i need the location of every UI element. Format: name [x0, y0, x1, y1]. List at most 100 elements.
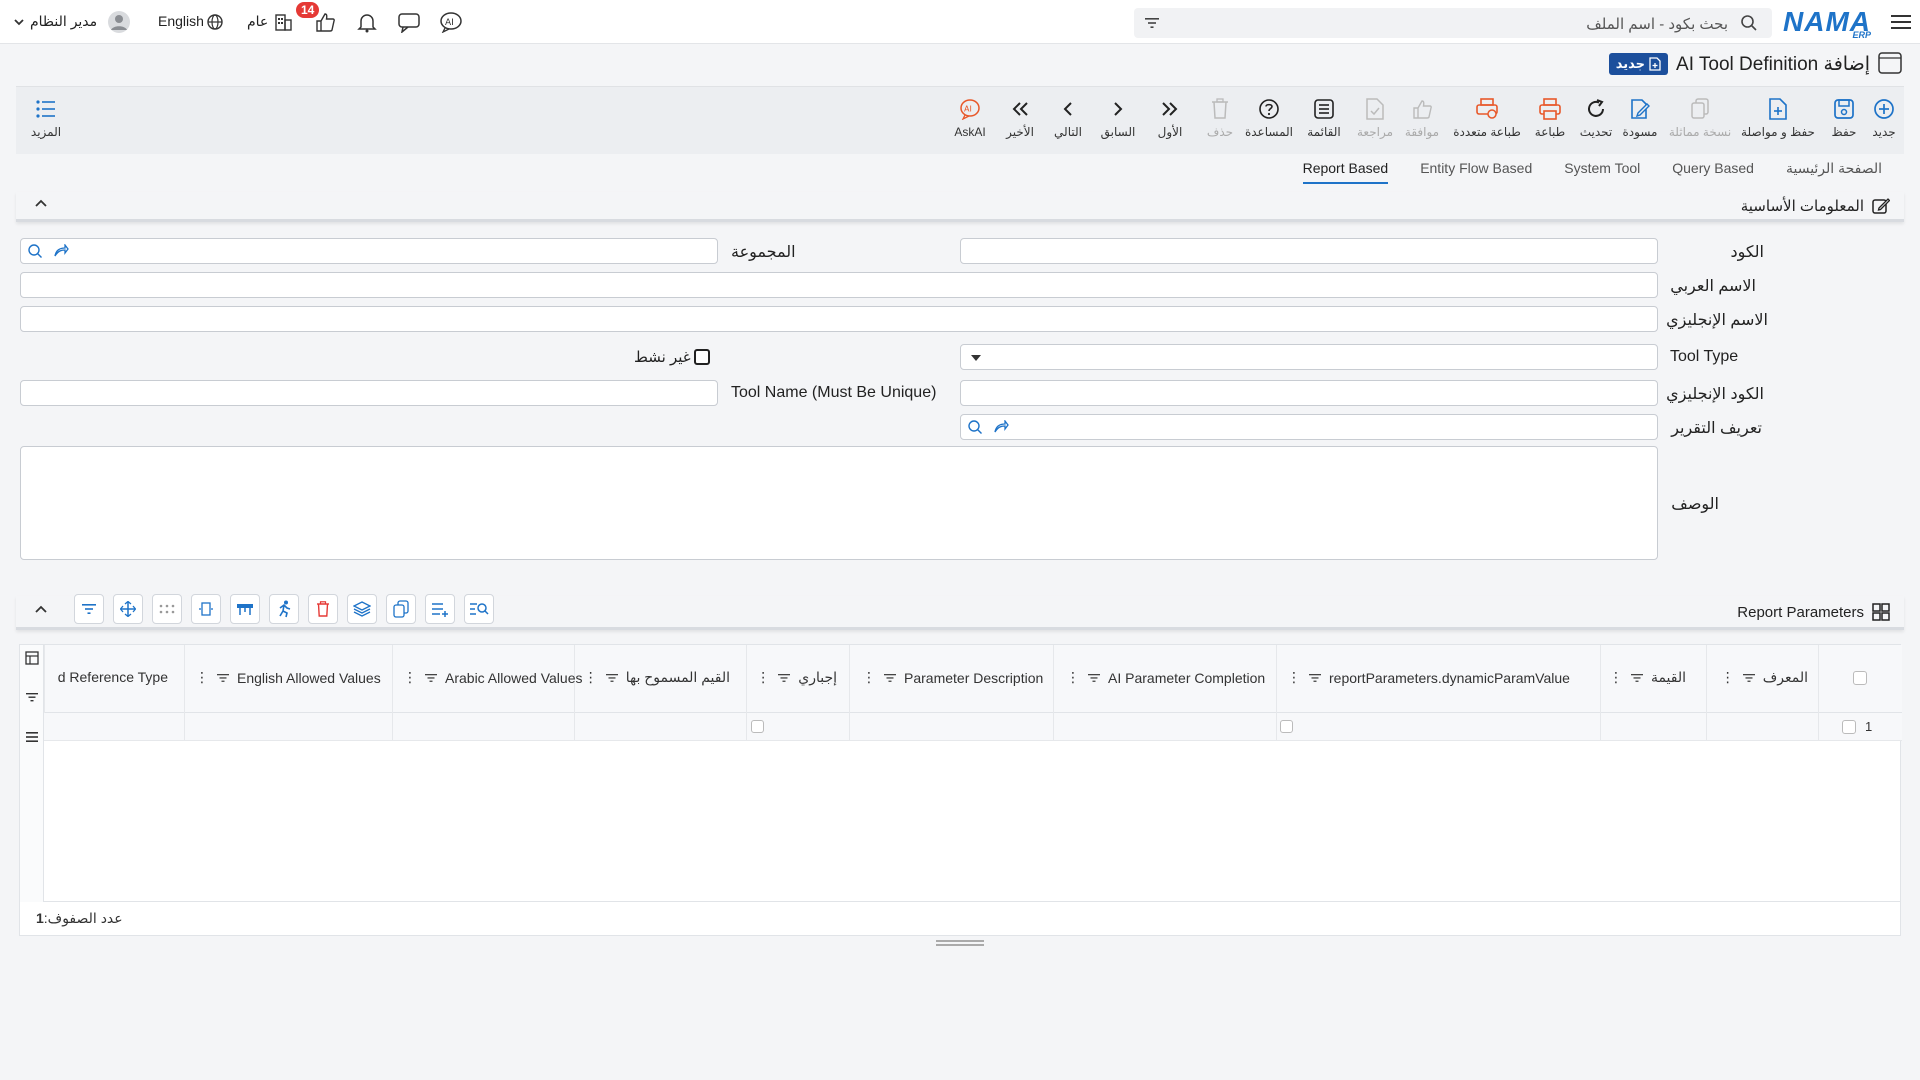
copy-rows-icon[interactable] [386, 594, 416, 624]
language-switch[interactable]: English [158, 13, 204, 29]
chevron-up-icon[interactable] [34, 198, 48, 210]
dynamic-param-checkbox[interactable] [1280, 720, 1293, 733]
filter-icon[interactable] [605, 673, 618, 683]
refresh-button[interactable]: تحديث [1576, 95, 1616, 139]
filter-icon[interactable] [217, 673, 229, 683]
more-button[interactable]: المزيد [26, 95, 66, 139]
select-all-checkbox[interactable] [1853, 671, 1867, 685]
window-icon[interactable] [1878, 52, 1902, 74]
column-ai-parameter-completion[interactable]: ⋮ AI Parameter Completion [1053, 645, 1276, 713]
search-refresh-icon[interactable] [967, 419, 983, 435]
group-lookup-input[interactable] [20, 238, 718, 264]
runner-icon[interactable] [269, 594, 299, 624]
filter-icon[interactable] [1630, 673, 1643, 683]
column-menu-icon[interactable]: ⋮ [584, 669, 598, 686]
askai-button[interactable]: AI AskAI [950, 95, 990, 139]
last-button[interactable]: الأخير [1000, 95, 1040, 139]
tab-query-based[interactable]: Query Based [1672, 160, 1754, 184]
resize-handle[interactable] [936, 940, 984, 946]
company-building-icon[interactable] [270, 9, 296, 35]
save-button[interactable]: حفظ [1824, 95, 1864, 139]
share-arrow-icon[interactable] [993, 420, 1009, 434]
general-label[interactable]: عام [247, 13, 268, 30]
move-arrows-icon[interactable] [113, 594, 143, 624]
user-name[interactable]: مدير النظام [30, 13, 97, 30]
column-dynamic-param-value[interactable]: ⋮ reportParameters.dynamicParamValue [1276, 645, 1600, 713]
english-code-input[interactable] [960, 380, 1658, 406]
filter-lines-icon[interactable] [74, 594, 104, 624]
ai-chat-icon[interactable]: AI [438, 9, 464, 35]
new-button[interactable]: جديد [1864, 95, 1904, 139]
list-button[interactable]: القائمة [1304, 95, 1344, 139]
hamburger-menu-icon[interactable] [1888, 9, 1914, 35]
description-textarea[interactable] [20, 446, 1658, 560]
column-menu-icon[interactable]: ⋮ [403, 669, 417, 686]
column-mandatory[interactable]: ⋮ إجباري [746, 645, 849, 713]
table-insert-icon[interactable] [230, 594, 260, 624]
filter-icon[interactable] [1088, 673, 1100, 683]
report-definition-lookup[interactable] [960, 414, 1658, 440]
column-menu-icon[interactable]: ⋮ [195, 669, 209, 686]
delete-button[interactable]: حذف [1202, 95, 1238, 139]
inactive-checkbox[interactable] [694, 349, 710, 365]
user-avatar-icon[interactable] [106, 9, 132, 35]
search-list-icon[interactable] [464, 594, 494, 624]
column-reference-type[interactable]: d Reference Type [44, 645, 184, 713]
column-menu-icon[interactable]: ⋮ [756, 669, 770, 686]
review-button[interactable]: مراجعة [1352, 95, 1398, 139]
filter-icon[interactable] [778, 673, 791, 683]
chevron-up-icon[interactable] [34, 604, 48, 616]
column-english-allowed-values[interactable]: ⋮ English Allowed Values [184, 645, 392, 713]
column-value[interactable]: ⋮ القيمة [1600, 645, 1706, 713]
column-menu-icon[interactable]: ⋮ [862, 669, 876, 686]
code-input[interactable] [960, 238, 1658, 264]
column-menu-icon[interactable]: ⋮ [1609, 669, 1623, 686]
tab-entity-flow-based[interactable]: Entity Flow Based [1420, 160, 1532, 184]
layers-icon[interactable] [347, 594, 377, 624]
column-parameter-description[interactable]: ⋮ Parameter Description [849, 645, 1053, 713]
filters-panel-icon[interactable] [25, 691, 39, 703]
column-menu-icon[interactable]: ⋮ [1066, 669, 1080, 686]
filter-icon[interactable] [1742, 673, 1755, 683]
chevron-down-icon[interactable] [6, 9, 32, 35]
english-name-input[interactable] [20, 306, 1658, 332]
dots-grid-icon[interactable] [152, 594, 182, 624]
add-row-lines-icon[interactable] [425, 594, 455, 624]
basic-info-section-header[interactable]: المعلومات الأساسية [16, 192, 1904, 222]
bell-icon[interactable] [354, 9, 380, 35]
chat-icon[interactable] [396, 9, 422, 35]
tab-report-based[interactable]: Report Based [1302, 160, 1389, 184]
filter-icon[interactable] [425, 673, 437, 683]
arabic-name-input[interactable] [20, 272, 1658, 298]
next-button[interactable]: التالي [1046, 95, 1090, 139]
approve-button[interactable]: موافقة [1402, 95, 1442, 139]
duplicate-button[interactable]: نسخة مماثلة [1668, 95, 1732, 139]
menu-lines-icon[interactable] [25, 731, 39, 743]
report-parameters-section-header[interactable]: Report Parameters [16, 596, 1904, 630]
save-continue-button[interactable]: حفظ و مواصلة [1740, 95, 1816, 139]
multi-print-button[interactable]: طباعة متعددة [1450, 95, 1524, 139]
fit-columns-icon[interactable] [191, 594, 221, 624]
trash-icon[interactable] [308, 594, 338, 624]
tool-name-input[interactable] [20, 380, 718, 406]
share-arrow-icon[interactable] [53, 244, 69, 258]
tab-home[interactable]: الصفحة الرئيسية [1786, 160, 1882, 184]
columns-panel-icon[interactable] [25, 651, 39, 665]
filter-icon[interactable] [1309, 673, 1321, 683]
row-select-checkbox[interactable] [1842, 720, 1856, 734]
filter-icon[interactable] [884, 673, 896, 683]
previous-button[interactable]: السابق [1096, 95, 1140, 139]
help-button[interactable]: المساعدة [1244, 95, 1294, 139]
search-input[interactable]: بحث بكود - اسم الملف [1134, 8, 1772, 38]
tool-type-select[interactable] [960, 344, 1658, 370]
column-allowed-values[interactable]: ⋮ القيم المسموح بها [574, 645, 746, 713]
table-row[interactable]: 1 [44, 713, 1902, 741]
mandatory-checkbox[interactable] [751, 720, 764, 733]
globe-icon[interactable] [202, 9, 228, 35]
column-identifier[interactable]: ⋮ المعرف [1706, 645, 1818, 713]
tab-system-tool[interactable]: System Tool [1564, 160, 1640, 184]
print-button[interactable]: طباعة [1530, 95, 1570, 139]
column-menu-icon[interactable]: ⋮ [1287, 669, 1301, 686]
column-arabic-allowed-values[interactable]: ⋮ Arabic Allowed Values [392, 645, 582, 713]
filter-icon[interactable] [1144, 15, 1160, 31]
